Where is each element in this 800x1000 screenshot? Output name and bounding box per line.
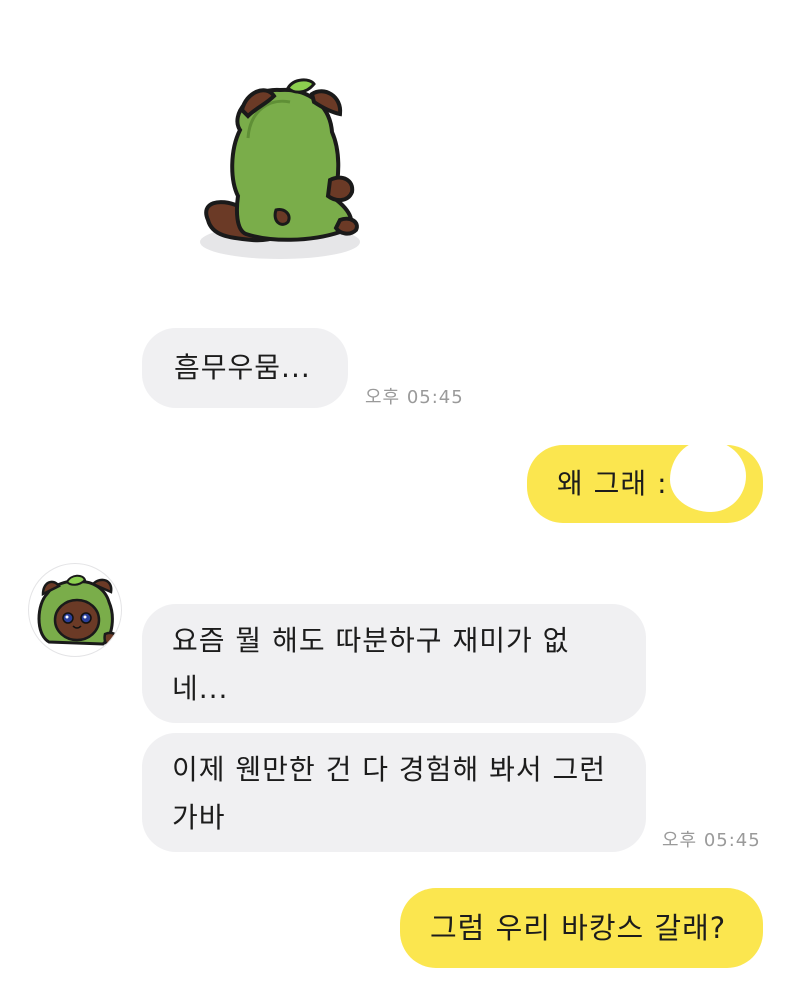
message-text: 이제 웬만한 건 다 경험해 봐서 그런가바	[172, 753, 607, 834]
incoming-message-bubble[interactable]: 요즘 뭘 해도 따분하구 재미가 없네...	[142, 604, 646, 723]
green-cat-sticker	[190, 70, 370, 270]
incoming-message-bubble[interactable]: 흠무우뭄...	[142, 328, 348, 408]
message-text: 흠무우뭄...	[174, 351, 311, 384]
friend-avatar[interactable]	[28, 563, 122, 657]
incoming-message-bubble[interactable]: 이제 웬만한 건 다 경험해 봐서 그런가바	[142, 733, 646, 852]
message-text: 그럼 우리 바캉스 갈래?	[430, 911, 727, 945]
green-cat-avatar-icon	[37, 574, 119, 647]
message-text: 왜 그래 :	[557, 467, 668, 500]
outgoing-message-bubble[interactable]: 그럼 우리 바캉스 갈래?	[400, 888, 763, 968]
message-timestamp: 오후 05:45	[662, 830, 761, 851]
green-cat-sticker-back-icon	[200, 78, 360, 259]
message-timestamp: 오후 05:45	[365, 387, 464, 408]
message-text: 요즘 뭘 해도 따분하구 재미가 없네...	[172, 624, 570, 705]
redaction-blob	[670, 440, 746, 512]
